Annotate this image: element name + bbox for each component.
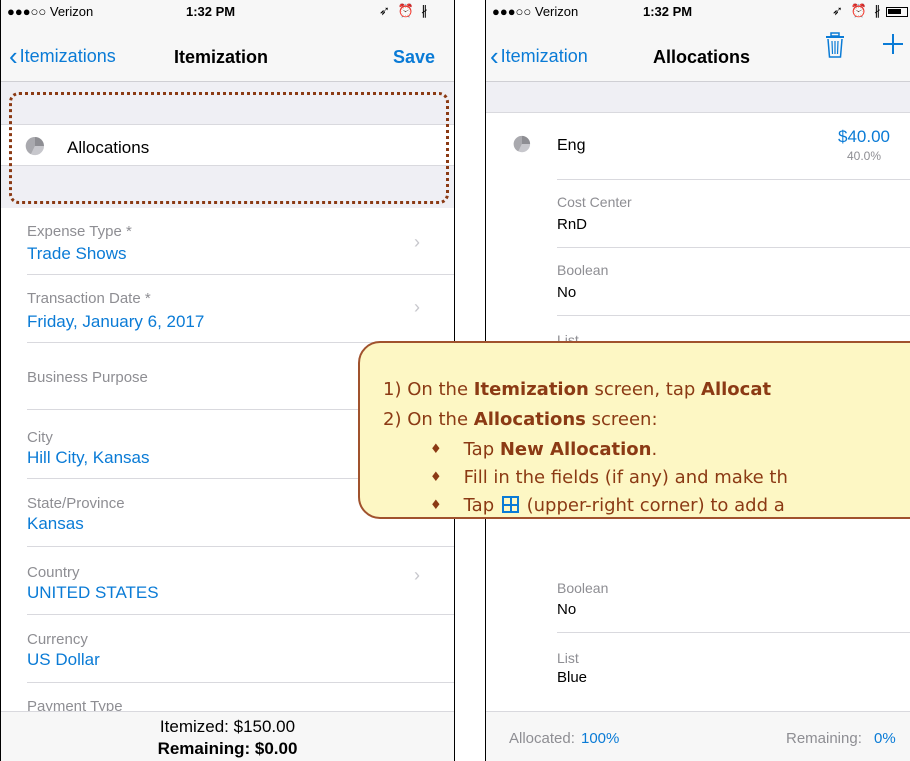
field-label: Transaction Date * — [27, 290, 151, 307]
nav-bar: ‹ Itemization Allocations — [486, 22, 910, 82]
payment-type-row[interactable]: Payment Type — [1, 683, 454, 715]
allocated-label: Allocated: — [509, 730, 575, 747]
chevron-right-icon: › — [414, 297, 420, 317]
chevron-right-icon: › — [414, 232, 420, 252]
boolean-row-2[interactable]: Boolean No — [486, 564, 910, 630]
field-label: Country — [27, 564, 80, 581]
boolean-row[interactable]: Boolean No — [486, 248, 910, 314]
itemized-total: Itemized: $150.00 — [159, 717, 296, 736]
field-label: Boolean — [557, 580, 609, 596]
allocated-value: 100% — [581, 730, 620, 747]
field-value: Kansas — [27, 514, 84, 533]
field-value: Hill City, Kansas — [27, 448, 150, 467]
chevron-right-icon: › — [414, 565, 420, 585]
bullet-icon: ♦ — [430, 470, 442, 485]
field-label: State/Province — [27, 495, 125, 512]
field-value: Trade Shows — [27, 244, 127, 263]
field-value: No — [557, 284, 577, 301]
field-value: Blue — [557, 669, 588, 686]
list-row-2[interactable]: List Blue — [486, 633, 910, 699]
remaining-total: Remaining: $0.00 — [157, 739, 298, 758]
instruction-callout: 1) On the Itemization screen, tap Alloca… — [358, 341, 910, 519]
expense-type-row[interactable]: Expense Type * Trade Shows › — [1, 208, 454, 274]
field-value: US Dollar — [27, 650, 100, 669]
allocation-totals: Allocated: 100% Remaining: 0% — [486, 711, 910, 761]
clock: 1:32 PM — [643, 4, 693, 19]
allocation-percent: 40.0% — [847, 149, 882, 163]
highlight-frame — [9, 92, 449, 204]
back-button[interactable]: ‹ Itemizations — [9, 41, 116, 71]
field-label: Boolean — [557, 262, 609, 278]
instruction-step-2: 2) On the Allocations screen: — [383, 409, 658, 430]
status-bar: ●●●○○ Verizon 1:32 PM ➶ ⏰ ∦ — [1, 0, 454, 33]
status-icons: ➶ ⏰ ∦ — [832, 3, 908, 19]
battery-icon — [885, 6, 908, 17]
clock: 1:32 PM — [186, 4, 236, 19]
field-label: City — [27, 429, 53, 446]
instruction-bullet-1: ♦ Tap New Allocation. — [430, 439, 658, 460]
nav-bar: ‹ Itemizations Itemization Save — [1, 22, 454, 82]
chevron-left-icon: ‹ — [490, 41, 499, 71]
page-title: Itemization — [174, 47, 269, 67]
field-value: Friday, January 6, 2017 — [27, 312, 205, 331]
bullet-icon: ♦ — [430, 498, 442, 513]
allocation-amount: $40.00 — [838, 127, 890, 146]
field-label: Currency — [27, 631, 88, 648]
remaining-value: 0% — [874, 730, 896, 747]
remaining-label: Remaining: — [786, 730, 862, 747]
field-label: Business Purpose — [27, 369, 148, 386]
add-allocation-button[interactable] — [883, 34, 903, 54]
carrier-label: ●●●○○ Verizon — [7, 4, 94, 19]
field-value: RnD — [557, 216, 588, 233]
page-title: Allocations — [653, 47, 751, 67]
back-button[interactable]: ‹ Itemization — [490, 41, 588, 71]
field-value: No — [557, 601, 577, 618]
chevron-left-icon: ‹ — [9, 41, 18, 71]
status-bar: ●●●○○ Verizon 1:32 PM ➶ ⏰ ∦ — [486, 0, 910, 22]
currency-row[interactable]: Currency US Dollar — [1, 615, 454, 681]
save-button[interactable]: Save — [393, 47, 435, 68]
bullet-icon: ♦ — [430, 442, 442, 457]
pie-chart-icon — [513, 135, 531, 153]
field-label: List — [557, 650, 579, 666]
instruction-step-1: 1) On the Itemization screen, tap Alloca… — [383, 379, 772, 400]
instruction-bullet-3: ♦ Tap (upper-right corner) to add a — [430, 495, 785, 516]
country-row[interactable]: Country UNITED STATES › — [1, 547, 454, 613]
cost-center-row[interactable]: Cost Center RnD — [486, 180, 910, 246]
itemization-totals: Itemized: $150.00 Remaining: $0.00 — [1, 711, 454, 761]
instruction-bullet-2: ♦ Fill in the fields (if any) and make th — [430, 467, 788, 488]
allocation-row-eng[interactable]: Eng $40.00 40.0% — [486, 113, 910, 179]
transaction-date-row[interactable]: Transaction Date * Friday, January 6, 20… — [1, 275, 454, 341]
allocation-name: Eng — [557, 137, 586, 154]
carrier-label: ●●●○○ Verizon — [492, 4, 579, 19]
field-label: Expense Type * — [27, 223, 132, 240]
field-label: Cost Center — [557, 194, 632, 210]
trash-icon[interactable] — [825, 32, 845, 58]
field-value: UNITED STATES — [27, 583, 159, 602]
add-grid-icon — [501, 496, 519, 513]
